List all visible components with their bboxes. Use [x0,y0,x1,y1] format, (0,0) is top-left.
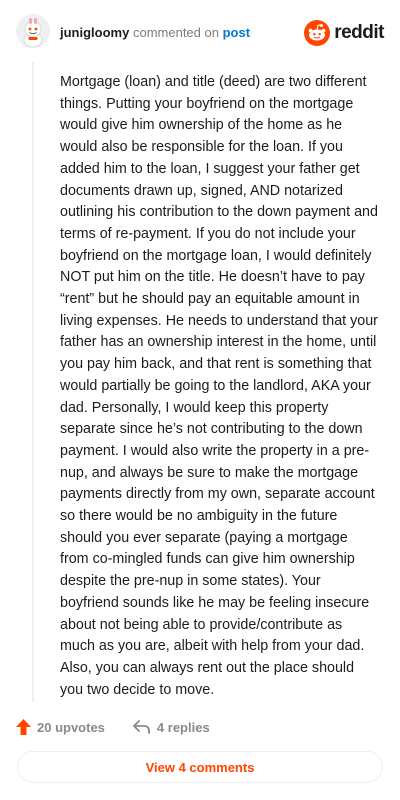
author-name[interactable]: junigloomy [60,25,129,40]
upvotes-count: 20 upvotes [37,719,105,735]
view-comments-button[interactable]: View 4 comments [17,751,383,783]
post-link[interactable]: post [223,25,250,40]
upvote-button[interactable]: 20 upvotes [16,719,105,735]
replies-button[interactable]: 4 replies [133,720,210,735]
replies-count: 4 replies [156,719,210,735]
reddit-logo-icon [304,20,331,46]
commented-text: commented on [132,25,219,40]
reply-arrow-icon [133,720,150,734]
snoo-avatar-icon [16,14,50,48]
brand-name: reddit [334,22,384,43]
comment-header: junigloomy commented on post reddit [0,0,400,66]
thread-line[interactable] [32,62,34,702]
reddit-brand[interactable]: reddit [304,19,384,47]
avatar[interactable] [16,14,50,48]
comment-body: Mortgage (loan) and title (deed) are two… [60,74,378,698]
upvote-arrow-icon [16,719,31,735]
author-line: junigloomy commented on post [60,25,250,40]
comment-actions: 20 upvotes 4 replies [16,716,210,738]
